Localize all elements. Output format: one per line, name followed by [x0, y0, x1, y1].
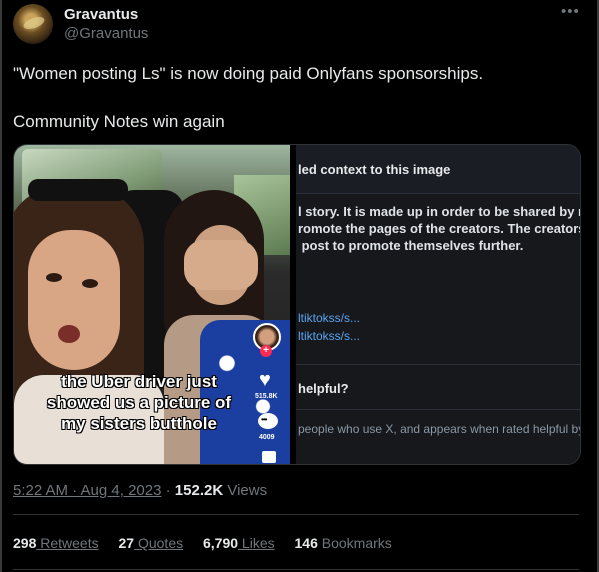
- person-front-face: [28, 230, 120, 370]
- video-screenshot: the Uber driver just showed us a picture…: [14, 145, 290, 464]
- bookmarks-count: 146: [294, 535, 318, 551]
- bookmarks-label: Bookmarks: [317, 535, 392, 551]
- caption-line: the Uber driver just: [61, 372, 217, 391]
- more-options-icon[interactable]: •••: [561, 3, 580, 20]
- sunglasses: [28, 179, 128, 201]
- views-count: 152.2K: [174, 482, 224, 499]
- divider: [13, 569, 579, 570]
- note-separator: [296, 409, 580, 410]
- person-front-eye: [82, 279, 98, 288]
- author-name[interactable]: Gravantus: [64, 6, 138, 23]
- tiktok-comment-icon: [258, 413, 278, 429]
- note-footer: people who use X, and appears when rated…: [298, 422, 580, 436]
- tweet-timestamp[interactable]: 5:22 AM · Aug 4, 2023: [13, 482, 161, 499]
- note-link: ltiktokss/s...: [298, 329, 361, 343]
- caption-line: my sisters butthole: [61, 414, 217, 433]
- tiktok-like-count: 515.8K: [255, 393, 278, 400]
- tiktok-share-icon: [262, 451, 276, 463]
- meta-separator: ·: [161, 482, 175, 499]
- divider: [13, 514, 579, 515]
- tweet-meta: 5:22 AM · Aug 4, 2023 · 152.2K Views: [13, 482, 267, 499]
- retweets-stat[interactable]: 298 Retweets: [13, 535, 99, 551]
- bookmarks-stat: 146 Bookmarks: [295, 535, 392, 551]
- tweet-text-line-2: Community Notes win again: [13, 112, 225, 131]
- note-body: l story. It is made up in order to be sh…: [298, 204, 580, 253]
- likes-label: Likes: [238, 535, 275, 551]
- note-header: led context to this image: [296, 145, 580, 194]
- tiktok-heart-icon: ♥: [259, 369, 271, 391]
- video-caption: the Uber driver just showed us a picture…: [46, 371, 232, 434]
- likes-count: 6,790: [203, 535, 239, 551]
- likes-stat[interactable]: 6,790 Likes: [203, 535, 275, 551]
- person-front-eye: [46, 273, 62, 282]
- note-separator: [296, 364, 580, 365]
- caption-line: showed us a picture of: [46, 393, 232, 412]
- views-label: Views: [227, 482, 268, 499]
- author-handle[interactable]: @Gravantus: [64, 25, 148, 42]
- quotes-count: 27: [118, 535, 135, 551]
- tweet-text-line-1: "Women posting Ls" is now doing paid Onl…: [13, 64, 484, 83]
- note-helpful-prompt: helpful?: [298, 381, 349, 396]
- window-frame-left: [0, 0, 2, 572]
- note-title: led context to this image: [298, 162, 451, 177]
- engagement-stats: 298 Retweets 27 Quotes 6,790 Likes 146 B…: [13, 535, 408, 551]
- retweets-count: 298: [13, 535, 37, 551]
- retweets-label: Retweets: [36, 535, 99, 551]
- author-avatar[interactable]: [13, 4, 53, 44]
- tweet-media[interactable]: the Uber driver just showed us a picture…: [13, 144, 581, 465]
- quotes-stat[interactable]: 27 Quotes: [119, 535, 184, 551]
- quotes-label: Quotes: [134, 535, 184, 551]
- tiktok-comment-count: 4009: [259, 434, 275, 441]
- note-link: ltiktokss/s...: [298, 311, 361, 325]
- tiktok-follow-icon: +: [260, 345, 272, 357]
- person-front-mouth: [58, 325, 80, 343]
- community-note-screenshot: led context to this image l story. It is…: [296, 145, 580, 464]
- person-back-hands: [184, 240, 258, 290]
